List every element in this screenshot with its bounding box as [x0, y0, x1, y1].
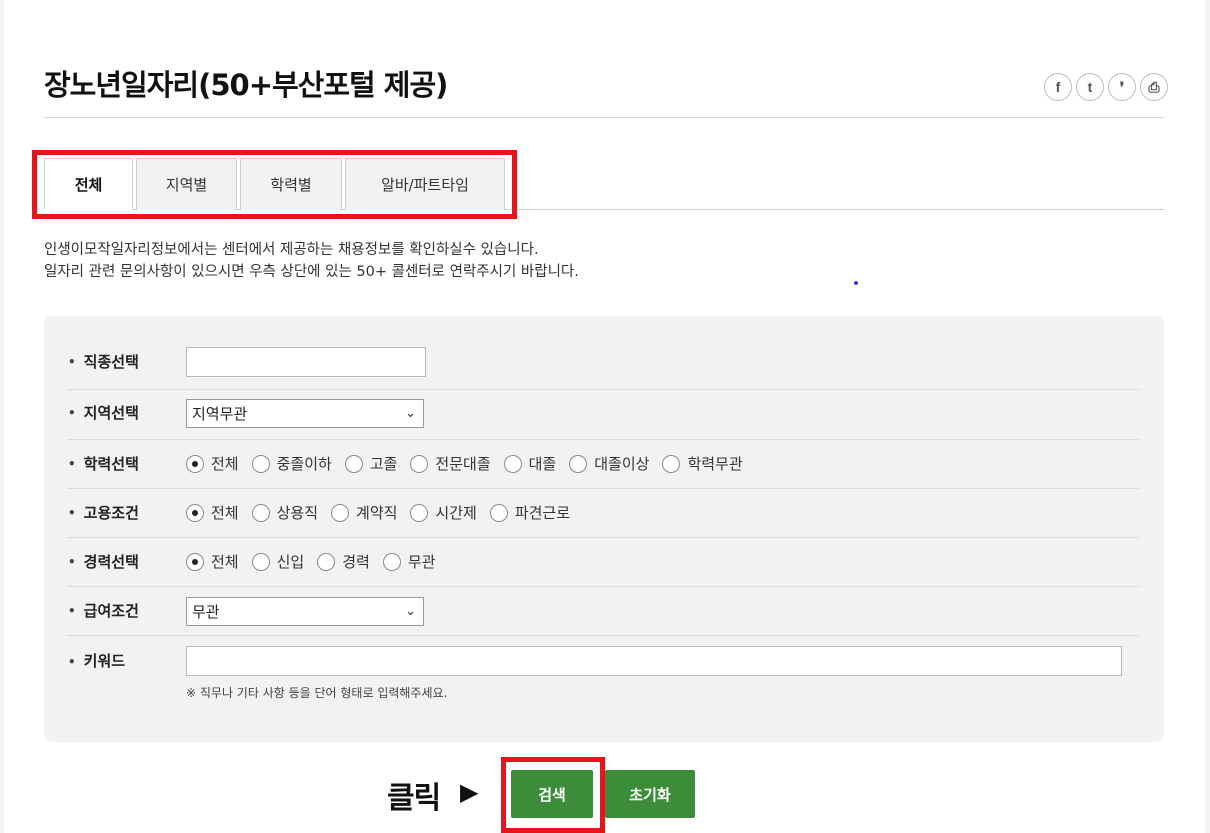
row-job-type: 직종선택	[68, 336, 1140, 390]
radio-icon[interactable]	[331, 503, 350, 522]
job-type-label: 직종선택	[68, 351, 139, 372]
salary-select[interactable]: 무관 ⌄	[186, 597, 424, 626]
region-select[interactable]: 지역무관 ⌄	[186, 399, 424, 428]
education-option[interactable]: 전체	[186, 453, 239, 474]
chevron-down-icon: ⌄	[405, 604, 416, 619]
career-option[interactable]: 무관	[382, 551, 436, 572]
search-form: 직종선택 지역선택 지역무관 ⌄ 학력선택 전체 중졸이하 고졸 전문대졸 대졸…	[44, 316, 1164, 742]
radio-icon[interactable]	[410, 454, 429, 473]
career-radio-group: 전체 신입 경력 무관	[186, 551, 448, 572]
education-option[interactable]: 대졸	[503, 453, 557, 474]
education-option[interactable]: 중졸이하	[251, 453, 332, 474]
option-label: 전체	[211, 553, 239, 571]
option-label: 파견근로	[514, 504, 571, 522]
education-label: 학력선택	[68, 453, 139, 474]
radio-icon[interactable]	[489, 503, 508, 522]
radio-checked-icon[interactable]	[186, 552, 204, 571]
career-option[interactable]: 전체	[186, 551, 239, 572]
employment-option[interactable]: 시간제	[410, 502, 477, 523]
radio-icon[interactable]	[317, 552, 336, 571]
option-label: 전체	[211, 455, 239, 473]
keyword-note: ※ 직무나 기타 사항 등을 단어 형태로 입력해주세요.	[186, 686, 448, 700]
tab-all[interactable]: 전체	[44, 158, 133, 210]
career-label: 경력선택	[68, 551, 139, 572]
radio-icon[interactable]	[503, 454, 522, 473]
row-keyword: • 키워드 ※ 직무나 기타 사항 등을 단어 형태로 입력해주세요.	[68, 636, 1140, 736]
region-select-value: 지역무관	[192, 405, 248, 423]
share-bar: f t ❜ ⎙	[1044, 73, 1168, 101]
option-label: 대졸이상	[594, 455, 650, 473]
row-education: 학력선택 전체 중졸이하 고졸 전문대졸 대졸 대졸이상 학력무관	[68, 440, 1140, 489]
description: 인생이모작일자리정보에서는 센터에서 제공하는 채용정보를 확인하실수 있습니다…	[44, 239, 579, 283]
radio-checked-icon[interactable]	[186, 454, 204, 473]
tab-bar: 전체 지역별 학력별 알바/파트타임	[44, 158, 508, 210]
facebook-icon[interactable]: f	[1044, 73, 1072, 101]
description-line-2: 일자리 관련 문의사항이 있으시면 우측 상단에 있는 50+ 콜센터로 연락주…	[44, 264, 579, 280]
employment-radio-group: 전체 상용직 계약직 시간제 파견근로	[186, 502, 583, 523]
kakaostory-icon[interactable]: ❜	[1108, 73, 1136, 101]
search-button[interactable]: 검색	[511, 770, 593, 818]
salary-select-value: 무관	[192, 603, 220, 621]
region-label: 지역선택	[68, 402, 139, 423]
option-label: 학력무관	[687, 455, 743, 473]
chevron-down-icon: ⌄	[405, 406, 416, 421]
option-label: 신입	[276, 553, 305, 571]
education-option[interactable]: 학력무관	[662, 453, 743, 474]
row-salary: 급여조건 무관 ⌄	[68, 587, 1140, 636]
radio-icon[interactable]	[251, 552, 270, 571]
option-label: 전체	[211, 504, 239, 522]
salary-label: 급여조건	[68, 600, 139, 621]
arrow-right-icon: ▶	[460, 778, 479, 806]
keyword-label-text: 키워드	[83, 652, 126, 670]
option-label: 고졸	[369, 455, 398, 473]
reset-button[interactable]: 초기화	[605, 770, 695, 818]
tab-education[interactable]: 학력별	[240, 158, 342, 210]
option-label: 대졸	[528, 455, 557, 473]
print-icon[interactable]: ⎙	[1140, 73, 1168, 101]
education-option[interactable]: 대졸이상	[569, 453, 649, 474]
radio-icon[interactable]	[662, 454, 681, 473]
radio-icon[interactable]	[344, 454, 363, 473]
radio-icon[interactable]	[410, 503, 429, 522]
option-label: 계약직	[356, 504, 398, 522]
option-label: 무관	[407, 553, 436, 571]
radio-checked-icon[interactable]	[186, 503, 204, 522]
tab-region[interactable]: 지역별	[136, 158, 237, 210]
keyword-input[interactable]	[186, 646, 1122, 676]
career-option[interactable]: 신입	[251, 551, 305, 572]
education-option[interactable]: 전문대졸	[410, 453, 491, 474]
option-label: 시간제	[435, 504, 477, 522]
stray-dot	[854, 281, 858, 285]
option-label: 경력	[342, 553, 370, 571]
option-label: 전문대졸	[435, 455, 491, 473]
option-label: 중졸이하	[276, 455, 332, 473]
radio-icon[interactable]	[251, 454, 270, 473]
employment-option[interactable]: 상용직	[251, 502, 319, 523]
radio-icon[interactable]	[382, 552, 401, 571]
radio-icon[interactable]	[251, 503, 270, 522]
row-career: 경력선택 전체 신입 경력 무관	[68, 538, 1140, 587]
click-annotation: 클릭	[387, 781, 441, 816]
page-title: 장노년일자리(50+부산포털 제공)	[44, 68, 448, 102]
twitter-icon[interactable]: t	[1076, 73, 1104, 101]
tab-parttime[interactable]: 알바/파트타임	[345, 158, 505, 210]
description-line-1: 인생이모작일자리정보에서는 센터에서 제공하는 채용정보를 확인하실수 있습니다…	[44, 242, 539, 258]
career-option[interactable]: 경력	[317, 551, 370, 572]
title-divider	[44, 117, 1164, 118]
row-employment: 고용조건 전체 상용직 계약직 시간제 파견근로	[68, 489, 1140, 538]
employment-option[interactable]: 파견근로	[489, 502, 571, 523]
radio-icon[interactable]	[569, 454, 588, 473]
option-label: 상용직	[276, 504, 319, 522]
employment-option[interactable]: 전체	[186, 502, 239, 523]
row-region: 지역선택 지역무관 ⌄	[68, 390, 1140, 440]
page: 장노년일자리(50+부산포털 제공) f t ❜ ⎙ 전체 지역별 학력별 알바…	[4, 0, 1205, 833]
keyword-label: • 키워드	[68, 652, 126, 670]
education-option[interactable]: 고졸	[344, 453, 398, 474]
employment-label: 고용조건	[68, 502, 139, 523]
employment-option[interactable]: 계약직	[331, 502, 397, 523]
job-type-input[interactable]	[186, 347, 426, 377]
education-radio-group: 전체 중졸이하 고졸 전문대졸 대졸 대졸이상 학력무관	[186, 453, 756, 474]
